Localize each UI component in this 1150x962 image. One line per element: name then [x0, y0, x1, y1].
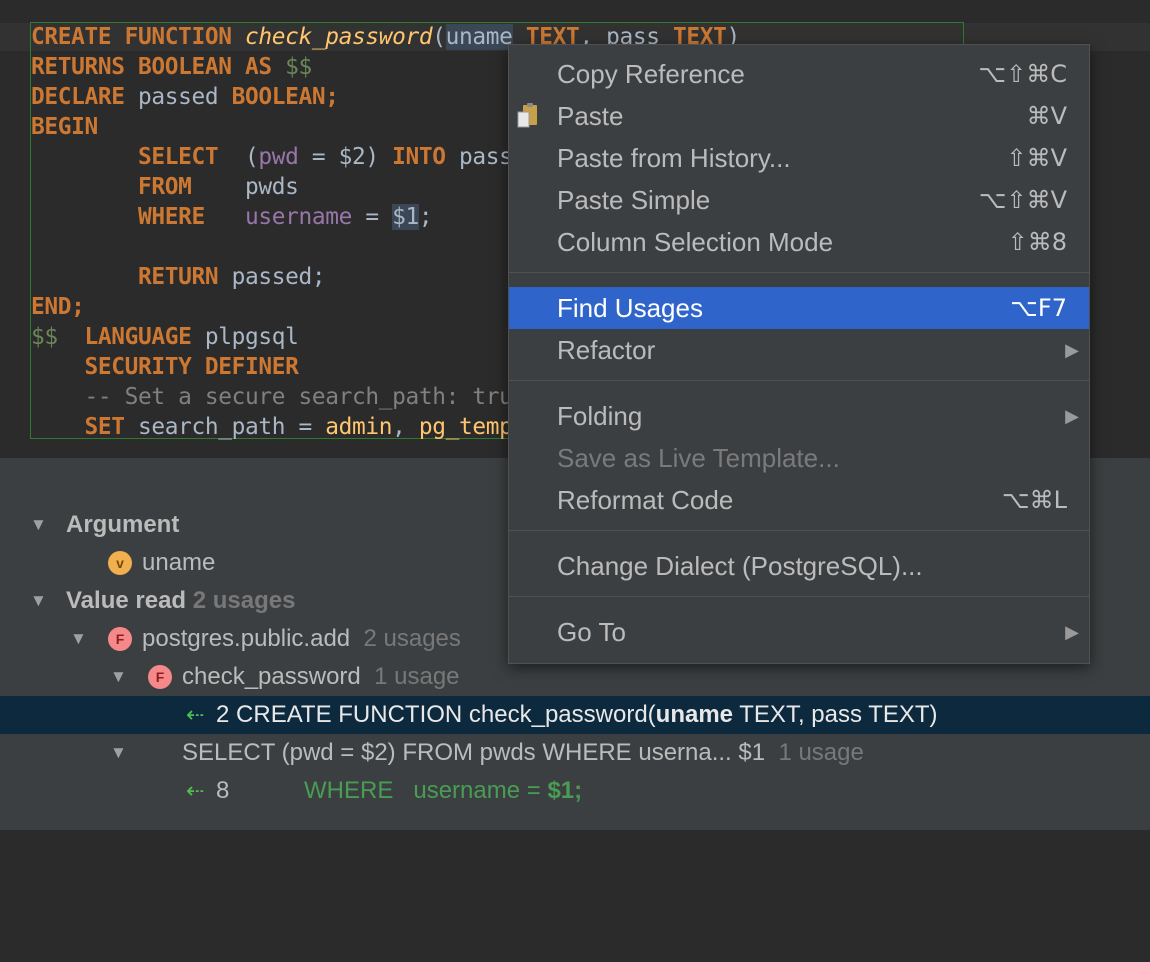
- parameter-uname: uname: [445, 24, 513, 50]
- menu-item-paste[interactable]: Paste ⌘V: [509, 95, 1089, 137]
- code-line-9: RETURN passed;: [138, 264, 326, 290]
- function-icon: F: [108, 627, 132, 651]
- paste-icon: [517, 103, 537, 128]
- submenu-arrow-icon: ▶: [1065, 406, 1079, 426]
- code-line-4: BEGIN: [31, 114, 98, 140]
- expand-triangle-icon[interactable]: ▼: [30, 506, 47, 544]
- menu-separator: [509, 380, 1089, 381]
- menu-item-change-dialect[interactable]: Change Dialect (PostgreSQL)...: [509, 545, 1089, 587]
- tree-node-select-statement[interactable]: ▼ SELECT (pwd = $2) FROM pwds WHERE user…: [0, 734, 1150, 772]
- code-line-10: END;: [31, 294, 85, 320]
- menu-item-paste-simple[interactable]: Paste Simple ⌥⇧⌘V: [509, 179, 1089, 221]
- code-line-11: $$ LANGUAGE plpgsql: [31, 324, 299, 350]
- menu-item-paste-from-history[interactable]: Paste from History... ⇧⌘V: [509, 137, 1089, 179]
- expand-triangle-icon[interactable]: ▼: [30, 582, 47, 620]
- tree-node-usage-line-2[interactable]: ⇠ 2 CREATE FUNCTION check_password(uname…: [0, 696, 1150, 734]
- code-line-3: DECLARE passed BOOLEAN;: [31, 84, 339, 110]
- code-line-2: RETURNS BOOLEAN AS $$: [31, 54, 312, 80]
- menu-item-copy-reference[interactable]: Copy Reference ⌥⇧⌘C: [509, 53, 1089, 95]
- code-line-6: FROM pwds: [138, 174, 299, 200]
- submenu-arrow-icon: ▶: [1065, 340, 1079, 360]
- submenu-arrow-icon: ▶: [1065, 622, 1079, 642]
- menu-separator: [509, 596, 1089, 597]
- menu-item-save-as-live-template: Save as Live Template...: [557, 443, 840, 473]
- code-line-12: SECURITY DEFINER: [84, 354, 299, 380]
- menu-separator: [509, 272, 1089, 273]
- usage-arrow-icon: ⇠: [186, 702, 205, 727]
- menu-item-folding[interactable]: Folding ▶: [509, 395, 1089, 437]
- function-icon: F: [148, 665, 172, 689]
- code-line-5: SELECT (pwd = $2) INTO passed: [138, 144, 540, 170]
- menu-item-find-usages[interactable]: Find Usages ⌥F7: [509, 287, 1089, 329]
- menu-item-go-to[interactable]: Go To ▶: [509, 611, 1089, 653]
- code-line-14: SET search_path = admin, pg_temp;: [84, 414, 527, 440]
- expand-triangle-icon[interactable]: ▼: [70, 620, 87, 658]
- variable-icon: v: [108, 551, 132, 575]
- tree-node-usage-line-8[interactable]: ⇠ 8 WHERE username = $1;: [0, 772, 1150, 810]
- code-line-7: WHERE username = $1;: [138, 204, 433, 230]
- menu-item-reformat-code[interactable]: Reformat Code ⌥⌘L: [509, 479, 1089, 521]
- expand-triangle-icon[interactable]: ▼: [110, 658, 127, 696]
- menu-item-column-selection-mode[interactable]: Column Selection Mode ⇧⌘8: [509, 221, 1089, 263]
- menu-separator: [509, 530, 1089, 531]
- menu-item-refactor[interactable]: Refactor ▶: [509, 329, 1089, 371]
- expand-triangle-icon[interactable]: ▼: [110, 734, 127, 772]
- usage-arrow-icon: ⇠: [186, 778, 205, 803]
- editor-context-menu[interactable]: Copy Reference ⌥⇧⌘C Paste ⌘V Paste from …: [508, 44, 1090, 664]
